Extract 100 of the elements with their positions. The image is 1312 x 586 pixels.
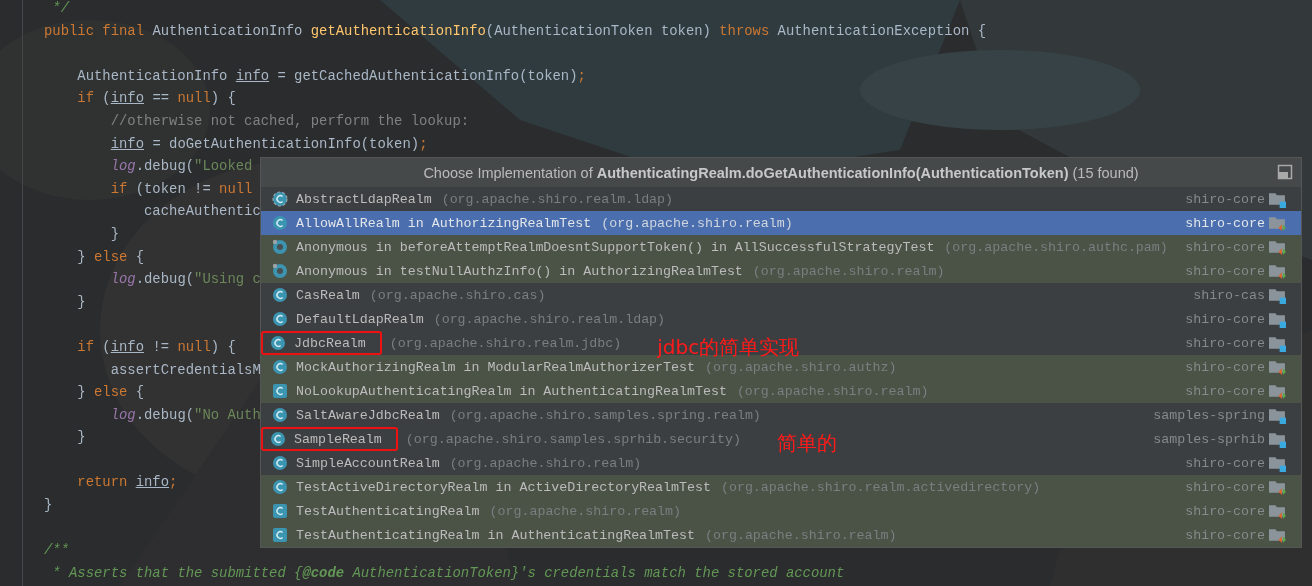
class-name: CasRealm bbox=[296, 287, 360, 303]
module-name: samples-spring bbox=[1153, 407, 1265, 423]
code-text: ) { bbox=[210, 337, 236, 357]
package-name: (org.apache.shiro.authc.pam) bbox=[944, 239, 1168, 255]
code-text: .debug( bbox=[135, 157, 195, 177]
class-name: MockAuthorizingRealm in ModularRealmAuthorizerTest bbox=[296, 359, 695, 375]
anonymous-class-icon bbox=[272, 239, 288, 255]
class-name: JdbcRealm bbox=[294, 335, 366, 351]
code-text: } bbox=[77, 247, 87, 267]
code-text: else bbox=[94, 383, 128, 403]
code-text: (token != bbox=[135, 179, 212, 199]
package-name: (org.apache.shiro.realm) bbox=[489, 503, 682, 519]
anonymous-class-icon bbox=[272, 263, 288, 279]
module-name: shiro-core bbox=[1185, 239, 1265, 255]
code-text: AuthenticationInfo bbox=[152, 21, 304, 41]
module-name: shiro-cas bbox=[1193, 287, 1265, 303]
class-icon bbox=[272, 455, 288, 471]
code-text: = doGetAuthenticationInfo(token) bbox=[152, 134, 420, 154]
code-text: null bbox=[219, 179, 253, 199]
class-icon bbox=[272, 407, 288, 423]
implementation-item[interactable]: NoLookupAuthenticatingRealm in AuthenticatingRealmTest (org.apache.shiro.realm) shiro-core bbox=[261, 379, 1301, 403]
package-name: (org.apache.shiro.realm.activedirectory) bbox=[720, 479, 1041, 495]
code-text: == bbox=[152, 89, 171, 109]
implementation-item[interactable]: AllowAllRealm in AuthorizingRealmTest (org.apache.shiro.realm) shiro-core bbox=[261, 211, 1301, 235]
implementation-item[interactable]: TestAuthenticatingRealm (org.apache.shiro.realm) shiro-core bbox=[261, 499, 1301, 523]
class-icon bbox=[272, 503, 288, 519]
code-comment: */ bbox=[52, 0, 69, 18]
pin-icon[interactable] bbox=[1277, 164, 1293, 180]
package-name: (org.apache.shiro.realm) bbox=[705, 527, 897, 543]
class-name: NoLookupAuthenticatingRealm in AuthenticatingRealmTest bbox=[296, 383, 727, 399]
implementation-item[interactable]: Anonymous in beforeAttemptRealmDoesntSupportToken() in AllSuccessfulStrategyTest (org.apache.shiro.authc.pam) shiro-core bbox=[261, 235, 1301, 259]
code-text: assertCredentialsM bbox=[110, 360, 261, 380]
class-icon bbox=[272, 215, 288, 231]
package-name: (org.apache.shiro.samples.spring.realm) bbox=[449, 407, 761, 423]
class-icon bbox=[272, 311, 288, 327]
package-name: (org.apache.shiro.realm) bbox=[736, 383, 929, 399]
package-name: (org.apache.shiro.authz) bbox=[705, 359, 897, 375]
code-text: } bbox=[77, 292, 86, 312]
class-name: AbstractLdapRealm bbox=[296, 191, 432, 207]
class-name: SampleRealm bbox=[294, 431, 382, 447]
code-text: log bbox=[110, 270, 136, 290]
module-name: shiro-core bbox=[1185, 383, 1265, 399]
code-text: (AuthenticationToken token) bbox=[485, 21, 712, 41]
class-name: TestActiveDirectoryRealm in ActiveDirectoryRealmTest bbox=[296, 479, 711, 495]
implementation-item[interactable]: Anonymous in testNullAuthzInfo() in AuthorizingRealmTest (org.apache.shiro.realm) shiro-core bbox=[261, 259, 1301, 283]
module-name: shiro-core bbox=[1185, 311, 1265, 327]
class-name: DefaultLdapRealm bbox=[296, 311, 424, 327]
code-text: if bbox=[77, 89, 95, 109]
module-name: shiro-core bbox=[1185, 263, 1265, 279]
package-name: (org.apache.shiro.realm.jdbc) bbox=[389, 335, 622, 351]
class-icon bbox=[270, 431, 286, 447]
package-name: (org.apache.shiro.realm.ldap) bbox=[441, 191, 674, 207]
package-name: (org.apache.shiro.samples.sprhib.security) bbox=[405, 431, 741, 447]
code-text: info bbox=[110, 134, 145, 154]
package-name: (org.apache.shiro.realm) bbox=[601, 215, 793, 231]
module-name: shiro-core bbox=[1185, 359, 1265, 375]
code-text: "Using c bbox=[194, 270, 261, 290]
code-text: log bbox=[110, 157, 136, 177]
module-name: shiro-core bbox=[1185, 455, 1265, 471]
code-text: ( bbox=[102, 337, 111, 357]
code-text: ; bbox=[419, 134, 428, 154]
code-text: info bbox=[135, 473, 170, 493]
class-name: AllowAllRealm in AuthorizingRealmTest bbox=[296, 215, 592, 231]
code-text: cacheAuthentic bbox=[144, 202, 261, 222]
class-name: Anonymous in testNullAuthzInfo() in AuthorizingRealmTest bbox=[296, 263, 743, 279]
code-comment: //otherwise not cached, perform the lookup: bbox=[110, 111, 470, 131]
code-text: } bbox=[77, 428, 86, 448]
code-text: = getCachedAuthenticationInfo(token) bbox=[277, 66, 578, 86]
code-text: info bbox=[110, 337, 145, 357]
package-name: (org.apache.shiro.realm) bbox=[449, 455, 642, 471]
popup-title: Choose Implementation of AuthenticatingRealm.doGetAuthenticationInfo(AuthenticationToken) (15 found) bbox=[423, 164, 1139, 181]
code-text: ; bbox=[169, 473, 178, 493]
class-icon bbox=[272, 287, 288, 303]
package-name: (org.apache.shiro.cas) bbox=[369, 287, 546, 303]
module-name: shiro-core bbox=[1185, 479, 1265, 495]
code-text: } bbox=[110, 224, 120, 244]
module-name: shiro-core bbox=[1185, 335, 1265, 351]
implementation-item[interactable]: TestAuthenticatingRealm in AuthenticatingRealmTest (org.apache.shiro.realm) shiro-core bbox=[261, 523, 1301, 547]
code-text: AuthenticationInfo bbox=[77, 66, 229, 86]
implementation-item[interactable]: TestActiveDirectoryRealm in ActiveDirectoryRealmTest (org.apache.shiro.realm.activedirectory) shiro-core bbox=[261, 475, 1301, 499]
code-text: null bbox=[177, 337, 211, 357]
abstract-class-icon bbox=[272, 191, 288, 207]
class-name: Anonymous in beforeAttemptRealmDoesntSupportToken() in AllSuccessfulStrategyTest bbox=[296, 239, 935, 255]
module-name: shiro-core bbox=[1185, 503, 1265, 519]
code-text: if bbox=[110, 179, 129, 199]
code-text: getAuthenticationInfo bbox=[310, 21, 486, 41]
class-icon bbox=[270, 335, 286, 351]
code-text: ; bbox=[577, 66, 586, 86]
code-text: "No Auth bbox=[194, 405, 261, 425]
class-name: SaltAwareJdbcRealm bbox=[296, 407, 440, 423]
class-icon bbox=[272, 359, 288, 375]
class-name: TestAuthenticatingRealm in AuthenticatingRealmTest bbox=[296, 527, 695, 543]
code-text: public final bbox=[44, 21, 146, 41]
class-name: SimpleAccountRealm bbox=[296, 455, 440, 471]
package-name: (org.apache.shiro.realm) bbox=[752, 263, 945, 279]
class-icon bbox=[272, 479, 288, 495]
code-text: .debug( bbox=[135, 405, 195, 425]
code-text: return bbox=[77, 473, 129, 493]
package-name: (org.apache.shiro.realm.ldap) bbox=[433, 311, 666, 327]
code-text: if bbox=[77, 337, 95, 357]
